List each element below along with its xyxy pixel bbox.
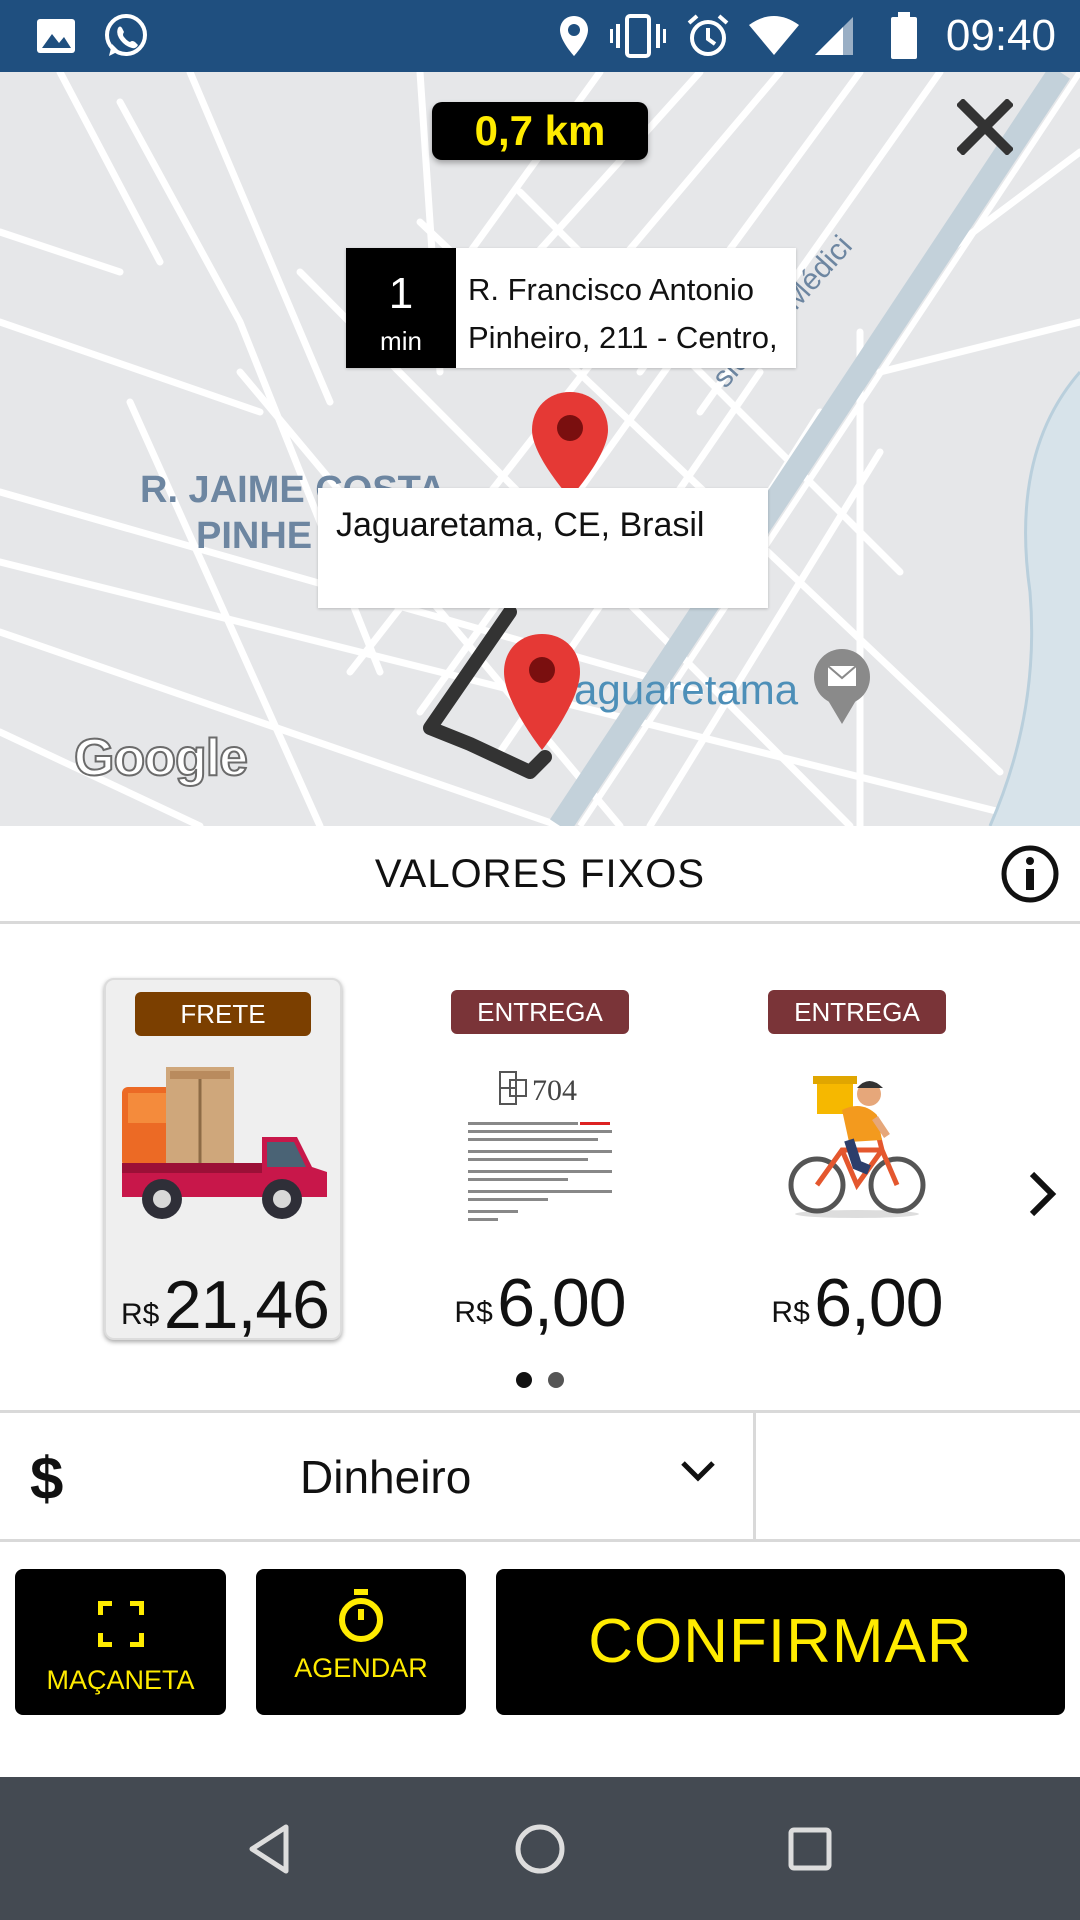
service-options-carousel: FRETE R$ 21,46 ENTREGA 704 R$ 6,00 ENTRE… (0, 926, 1080, 1410)
image-icon (32, 12, 80, 60)
schedule-label: AGENDAR (294, 1653, 428, 1683)
service-badge: FRETE (135, 992, 311, 1036)
carousel-next-button[interactable] (1022, 1166, 1062, 1222)
page-dot[interactable] (548, 1372, 565, 1388)
service-option-frete[interactable]: FRETE R$ 21,46 (104, 978, 344, 1343)
fullscreen-icon (96, 1600, 145, 1652)
info-icon (1001, 845, 1059, 903)
vibrate-icon (610, 12, 666, 60)
system-nav-bar (0, 1777, 1080, 1920)
service-option-entrega-flyer[interactable]: ENTREGA 704 R$ 6,00 (421, 978, 659, 1342)
payment-method-value: Dinheiro (300, 1451, 472, 1503)
eta-value: 1 (388, 269, 414, 318)
eta-box: 1 min (346, 248, 456, 368)
status-bar: 09:40 (0, 0, 1080, 72)
origin-info-card[interactable]: 1 min R. Francisco Antonio Pinheiro, 211… (346, 248, 796, 368)
dollar-icon: $ (30, 1445, 64, 1512)
pickup-truck-icon (106, 1064, 344, 1230)
action-bar: MAÇANETA AGENDAR CONFIRMAR (0, 1545, 1080, 1777)
map-view[interactable]: R. JAIME COSTA PINHE sidente Médici agua… (0, 72, 1080, 826)
payment-method-row: $ Dinheiro (0, 1410, 1080, 1542)
confirm-button[interactable]: CONFIRMAR (496, 1569, 1065, 1715)
destination-info-card[interactable]: Jaguaretama, CE, Brasil (318, 488, 768, 608)
page-dot-active[interactable] (515, 1372, 532, 1388)
destination-pin-icon[interactable] (502, 632, 582, 757)
carousel-pagination (0, 1372, 1080, 1393)
flyer-heading: 704 (532, 1074, 577, 1107)
city-label: aguaretama (574, 666, 799, 713)
whatsapp-icon (100, 12, 152, 60)
home-circle-icon (515, 1824, 565, 1874)
service-badge: ENTREGA (451, 990, 629, 1034)
currency-symbol: R$ (121, 1298, 160, 1331)
location-icon (554, 12, 594, 60)
eta-unit: min (380, 326, 422, 356)
handle-button[interactable]: MAÇANETA (15, 1569, 226, 1715)
chevron-right-icon (1029, 1171, 1057, 1217)
home-button[interactable] (510, 1819, 570, 1879)
google-attribution: Google (73, 728, 249, 788)
origin-address-line2: Pinheiro, 211 - Centro, (468, 320, 778, 355)
price-value: 6,00 (497, 1265, 626, 1341)
price-value: 21,46 (163, 1267, 330, 1343)
distance-badge: 0,7 km (432, 102, 648, 160)
stopwatch-icon (337, 1589, 385, 1648)
origin-address-line1: R. Francisco Antonio (468, 272, 755, 307)
schedule-button[interactable]: AGENDAR (256, 1569, 466, 1715)
origin-address: R. Francisco Antonio Pinheiro, 211 - Cen… (456, 248, 786, 368)
section-title: VALORES FIXOS (374, 852, 706, 896)
confirm-label: CONFIRMAR (588, 1607, 973, 1676)
chevron-down-icon (680, 1459, 716, 1488)
recents-button[interactable] (780, 1819, 840, 1879)
payment-extra-field[interactable] (756, 1413, 1080, 1539)
service-price: R$ 6,00 (738, 1264, 976, 1342)
wifi-icon (746, 12, 802, 60)
currency-symbol: R$ (771, 1296, 810, 1329)
payment-method-select[interactable]: Dinheiro (90, 1413, 754, 1539)
flyer-document-icon: 704 (421, 1062, 659, 1228)
recents-square-icon (788, 1827, 832, 1871)
back-triangle-icon (249, 1824, 289, 1874)
back-button[interactable] (240, 1819, 300, 1879)
close-icon (957, 99, 1013, 155)
close-button[interactable] (952, 94, 1018, 160)
battery-icon (888, 12, 920, 60)
alarm-icon (684, 12, 732, 60)
signal-icon (812, 12, 856, 60)
fixed-values-header: VALORES FIXOS (0, 826, 1080, 924)
handle-label: MAÇANETA (46, 1665, 195, 1695)
clock: 09:40 (945, 11, 1056, 60)
service-price: R$ 21,46 (106, 1266, 344, 1344)
courier-bicycle-icon (738, 1062, 976, 1228)
street-label: PINHE (196, 515, 313, 557)
price-value: 6,00 (814, 1265, 943, 1341)
service-option-entrega-bike[interactable]: ENTREGA R$ 6,00 (738, 978, 976, 1342)
info-button[interactable] (1000, 844, 1060, 904)
service-badge: ENTREGA (768, 990, 946, 1034)
service-price: R$ 6,00 (421, 1264, 659, 1342)
currency-symbol: R$ (454, 1296, 493, 1329)
